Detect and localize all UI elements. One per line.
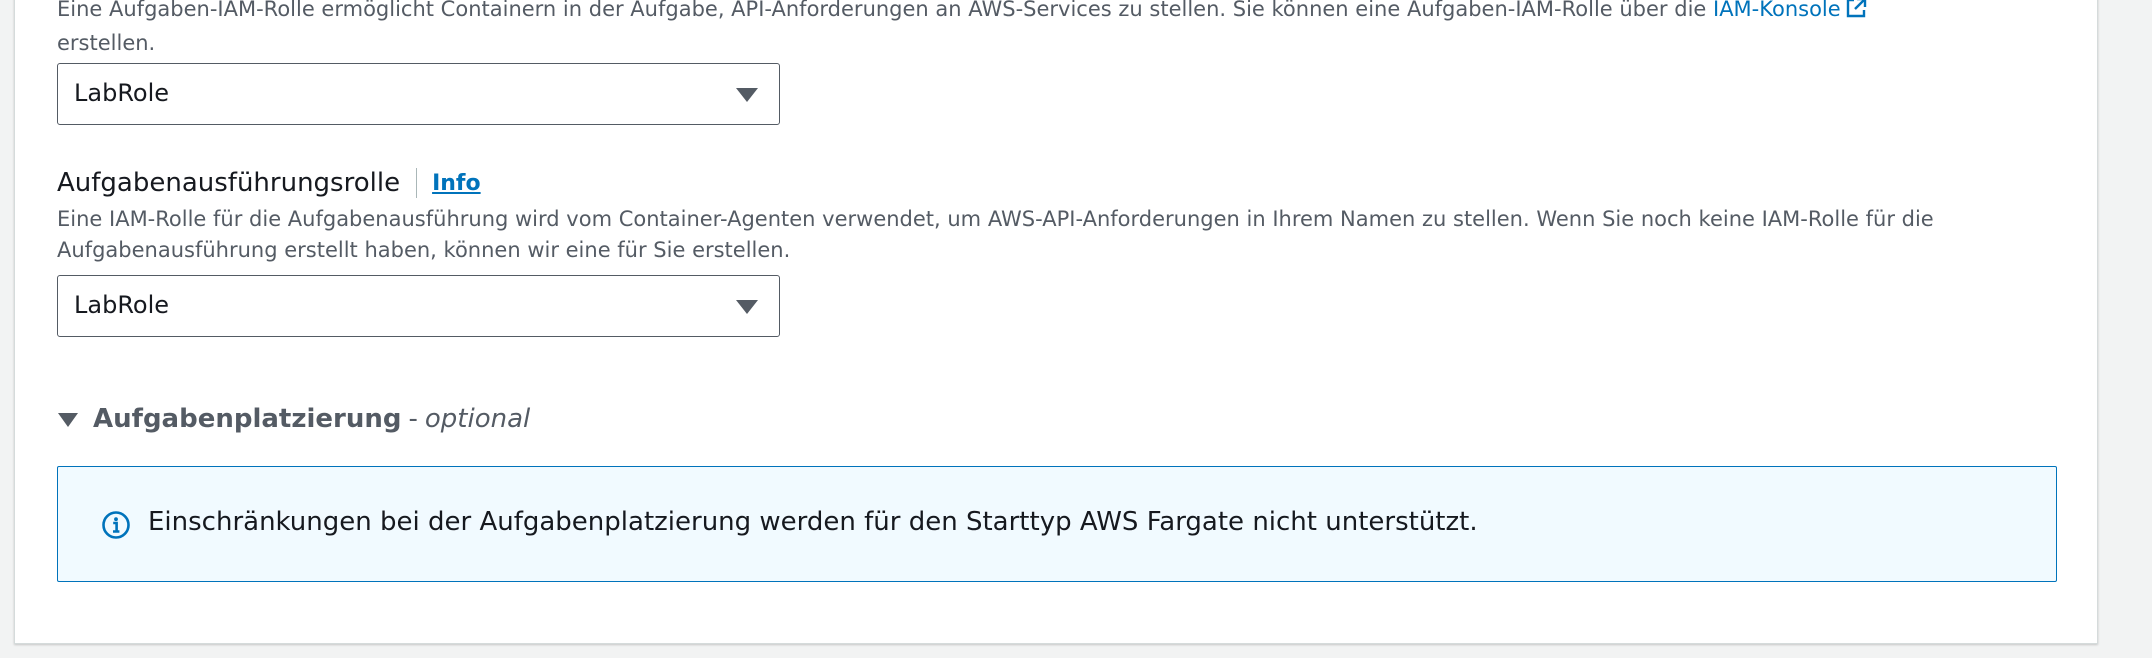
iam-console-link[interactable]: IAM-Konsole — [1713, 0, 1869, 21]
task-role-description: Eine Aufgaben-IAM-Rolle ermöglicht Conta… — [57, 0, 1907, 59]
task-role-description-suffix: erstellen. — [57, 31, 156, 55]
caret-down-icon — [58, 413, 78, 427]
caret-down-icon — [736, 300, 758, 314]
execution-role-select[interactable]: LabRole — [57, 275, 780, 337]
execution-role-selected-value: LabRole — [74, 291, 170, 319]
execution-role-description: Eine IAM-Rolle für die Aufgabenausführun… — [57, 207, 1934, 262]
form-panel: Eine Aufgaben-IAM-Rolle ermöglicht Conta… — [14, 0, 2098, 644]
execution-role-info-link[interactable]: Info — [432, 171, 481, 196]
external-link-icon — [1845, 0, 1867, 28]
caret-down-icon — [736, 88, 758, 102]
task-role-selected-value: LabRole — [74, 79, 170, 107]
label-divider — [416, 168, 418, 198]
execution-role-label: Aufgabenausführungsrolle — [57, 168, 401, 198]
task-placement-title: Aufgabenplatzierung — [93, 404, 402, 434]
task-placement-alert-text: Einschränkungen bei der Aufgabenplatzier… — [148, 507, 1478, 537]
task-role-select[interactable]: LabRole — [57, 63, 780, 125]
task-role-description-text: Eine Aufgaben-IAM-Rolle ermöglicht Conta… — [57, 0, 1713, 21]
iam-console-link-label: IAM-Konsole — [1713, 0, 1841, 21]
task-placement-expander[interactable]: Aufgabenplatzierung - optional — [57, 401, 530, 437]
info-circle-icon — [101, 510, 131, 544]
execution-role-label-row: Aufgabenausführungsrolle Info — [57, 165, 481, 201]
task-placement-info-alert: Einschränkungen bei der Aufgabenplatzier… — [57, 466, 2057, 582]
task-placement-separator: - — [408, 404, 418, 434]
task-placement-optional-label: optional — [424, 404, 531, 434]
